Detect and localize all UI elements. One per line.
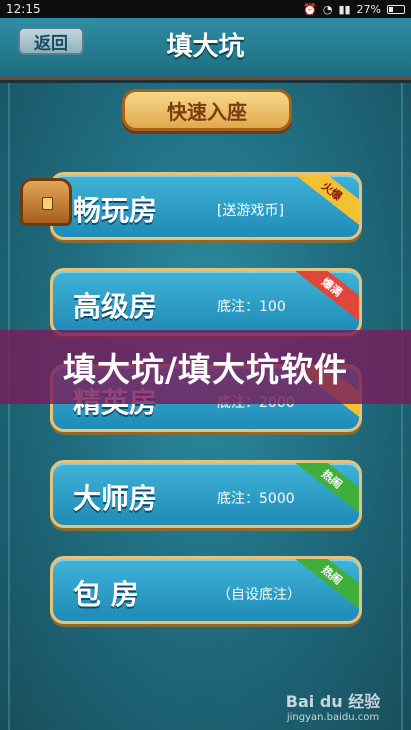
room-subtitle: 底注：100 [217,299,286,315]
alarm-icon: ⏰ [303,2,317,16]
room-subtitle: （自设底注） [217,587,301,603]
baidu-watermark: Bai du 经验 jingyan.baidu.com [268,688,398,723]
title-banner-overlay: 填大坑/填大坑软件 [0,330,411,404]
room-tag: 爆满 [282,271,359,329]
room-name: 大师房 [73,482,158,515]
status-time: 12:15 [6,2,41,16]
room-button-master[interactable]: 大师房 底注：5000 热闹 [50,460,362,528]
quick-seat-button[interactable]: 快速入座 [122,89,292,131]
watermark-url: jingyan.baidu.com [286,712,380,723]
room-button-private[interactable]: 包 房 （自设底注） 热闹 [50,556,362,624]
room-name: 畅玩房 [73,194,158,227]
watermark-logo: Bai du 经验 [285,692,381,711]
page-title: 填大坑 [166,32,245,62]
room-subtitle: 底注：5000 [217,491,295,507]
status-bar: 12:15 ⏰ ◔ ▮▮ 27% [0,0,411,18]
battery-percent: 27% [356,2,381,16]
room-button-casual[interactable]: 畅玩房 [送游戏币] 火爆 [50,172,362,240]
signal-icon: ▮▮ [338,2,351,16]
battery-icon [387,4,405,14]
header: 返回 填大坑 [0,18,411,80]
room-subtitle: [送游戏币] [217,203,284,219]
treasure-chest-icon [20,178,72,226]
banner-text: 填大坑/填大坑软件 [62,350,349,389]
room-tag: 火爆 [282,175,359,233]
wifi-icon: ◔ [322,2,333,16]
room-name: 包 房 [73,578,139,611]
status-icons: ⏰ ◔ ▮▮ 27% [303,3,405,16]
room-name: 高级房 [73,290,158,323]
room-button-advanced[interactable]: 高级房 底注：100 爆满 [50,268,362,336]
